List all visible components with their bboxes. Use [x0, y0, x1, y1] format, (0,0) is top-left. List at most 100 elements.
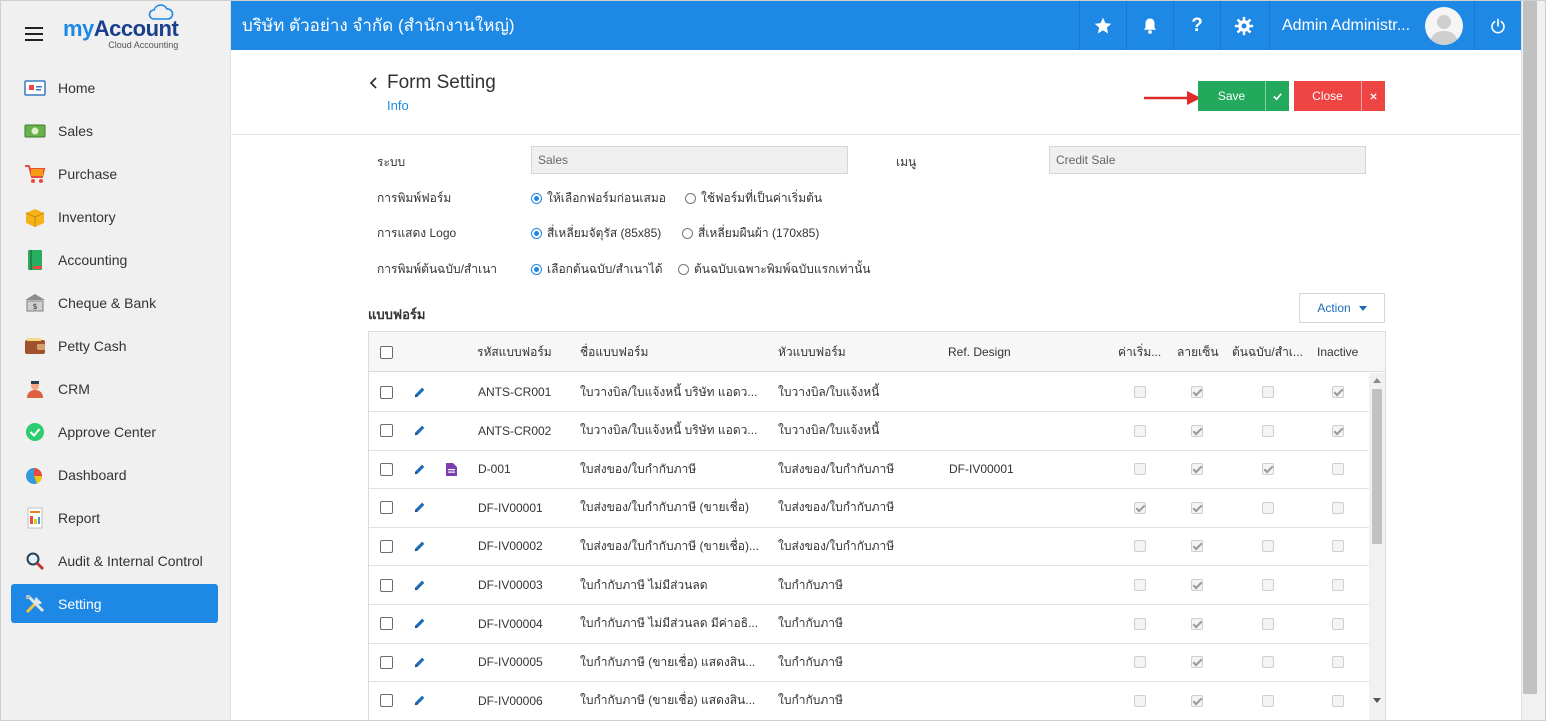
- row-select-cell[interactable]: [380, 643, 393, 681]
- sidebar-item-petty-cash[interactable]: Petty Cash: [11, 326, 218, 365]
- radio-unselected[interactable]: [678, 264, 689, 275]
- copy-option-choose[interactable]: เลือกต้นฉบับ/สำเนาได้: [531, 260, 663, 279]
- table-row[interactable]: DF-IV00006 ใบกำกับภาษี (ขายเชื่อ) แสดงสิน…: [369, 682, 1369, 720]
- document-button[interactable]: [446, 450, 457, 488]
- sidebar-item-cheque-bank[interactable]: $ Cheque & Bank: [11, 283, 218, 322]
- cell-name: ใบส่งของ/ใบกำกับภาษี: [580, 461, 697, 476]
- sidebar-item-dashboard[interactable]: Dashboard: [11, 455, 218, 494]
- edit-button[interactable]: [413, 489, 426, 527]
- row-checkbox[interactable]: [380, 578, 393, 592]
- row-select-cell[interactable]: [380, 373, 393, 411]
- edit-button[interactable]: [413, 682, 426, 720]
- table-scrollbar[interactable]: [1369, 373, 1385, 720]
- row-select-cell[interactable]: [380, 489, 393, 527]
- sidebar-item-setting[interactable]: Setting: [11, 584, 218, 623]
- close-x-button[interactable]: [1361, 81, 1385, 111]
- row-select-cell[interactable]: [380, 450, 393, 488]
- table-row[interactable]: DF-IV00005 ใบกำกับภาษี (ขายเชื่อ) แสดงสิน…: [369, 643, 1369, 683]
- edit-button[interactable]: [413, 412, 426, 450]
- row-select-cell[interactable]: [380, 682, 393, 720]
- row-checkbox[interactable]: [380, 385, 393, 399]
- favorite-button[interactable]: [1079, 1, 1126, 50]
- row-checkbox[interactable]: [380, 462, 393, 476]
- select-all-checkbox[interactable]: [380, 345, 393, 359]
- logo-option-rectangle[interactable]: สี่เหลี่ยมผืนผ้า (170x85): [682, 224, 819, 243]
- notification-button[interactable]: [1126, 1, 1173, 50]
- th-original-copy[interactable]: ต้นฉบับ/สำเ...: [1232, 332, 1303, 372]
- table-scrollbar-thumb[interactable]: [1372, 389, 1382, 544]
- row-select-cell[interactable]: [380, 566, 393, 604]
- edit-button[interactable]: [413, 527, 426, 565]
- sidebar-item-inventory[interactable]: Inventory: [11, 197, 218, 236]
- row-checkbox[interactable]: [380, 424, 393, 438]
- table-row[interactable]: ANTS-CR001 ใบวางบิล/ใบแจ้งหนี้ บริษัท แอด…: [369, 373, 1369, 412]
- signature-checkbox: [1191, 694, 1203, 707]
- logo-option-square[interactable]: สี่เหลี่ยมจัตุรัส (85x85): [531, 224, 661, 243]
- radio-selected[interactable]: [531, 228, 542, 239]
- th-code[interactable]: รหัสแบบฟอร์ม: [477, 332, 552, 372]
- sidebar-item-home[interactable]: Home: [11, 68, 218, 107]
- row-checkbox[interactable]: [380, 655, 393, 669]
- table-row[interactable]: DF-IV00004 ใบกำกับภาษี ไม่มีส่วนลด มีค่าอ…: [369, 605, 1369, 644]
- radio-selected[interactable]: [531, 193, 542, 204]
- row-checkbox[interactable]: [380, 694, 393, 708]
- row-select-cell[interactable]: [380, 605, 393, 643]
- back-chevron-icon[interactable]: [367, 76, 381, 90]
- close-button-label: Close: [1312, 89, 1343, 103]
- help-button[interactable]: ?: [1173, 1, 1220, 50]
- row-select-cell[interactable]: [380, 412, 393, 450]
- radio-unselected[interactable]: [682, 228, 693, 239]
- action-dropdown-button[interactable]: Action: [1299, 293, 1385, 323]
- table-row[interactable]: DF-IV00003 ใบกำกับภาษี ไม่มีส่วนลด ใบกำกับ…: [369, 566, 1369, 605]
- sidebar-item-report[interactable]: Report: [11, 498, 218, 537]
- avatar[interactable]: [1425, 7, 1463, 45]
- edit-button[interactable]: [413, 643, 426, 681]
- sidebar-item-accounting[interactable]: Accounting: [11, 240, 218, 279]
- sidebar-item-label: Dashboard: [58, 466, 127, 483]
- th-name[interactable]: ชื่อแบบฟอร์ม: [580, 332, 648, 372]
- row-select-cell[interactable]: [380, 527, 393, 565]
- edit-button[interactable]: [413, 450, 426, 488]
- sidebar-item-sales[interactable]: Sales: [11, 111, 218, 150]
- logout-button[interactable]: [1474, 1, 1521, 50]
- page-scrollbar[interactable]: [1521, 1, 1545, 720]
- settings-button[interactable]: [1220, 1, 1267, 50]
- signature-cell: [1191, 682, 1203, 720]
- sidebar-item-approve-center[interactable]: Approve Center: [11, 412, 218, 451]
- page-subtitle: Info: [387, 98, 409, 113]
- th-default[interactable]: ค่าเริ่ม...: [1118, 332, 1161, 372]
- sidebar-item-purchase[interactable]: Purchase: [11, 154, 218, 193]
- scroll-down-icon[interactable]: [1373, 698, 1381, 704]
- radio-selected[interactable]: [531, 264, 542, 275]
- sidebar-item-crm[interactable]: CRM: [11, 369, 218, 408]
- th-ref-design[interactable]: Ref. Design: [948, 332, 1011, 372]
- sidebar-item-audit-internal-control[interactable]: Audit & Internal Control: [11, 541, 218, 580]
- th-signature[interactable]: ลายเซ็น: [1177, 332, 1219, 372]
- row-checkbox[interactable]: [380, 501, 393, 515]
- page-scrollbar-thumb[interactable]: [1523, 1, 1537, 694]
- th-head[interactable]: หัวแบบฟอร์ม: [778, 332, 846, 372]
- inactive-cell: [1332, 605, 1344, 643]
- default-checkbox: [1134, 579, 1146, 591]
- table-row[interactable]: DF-IV00002 ใบส่งของ/ใบกำกับภาษี (ขายเชื่อ…: [369, 527, 1369, 567]
- print-option-always-choose[interactable]: ให้เลือกฟอร์มก่อนเสมอ: [531, 189, 666, 208]
- magnifier-icon: [24, 550, 46, 572]
- edit-button[interactable]: [413, 605, 426, 643]
- save-dropdown-button[interactable]: [1265, 81, 1289, 111]
- inactive-cell: [1332, 489, 1344, 527]
- table-row[interactable]: D-001 ใบส่งของ/ใบกำกับภาษี ใบส่งของ/ใบกำกั…: [369, 450, 1369, 490]
- row-checkbox[interactable]: [380, 539, 393, 553]
- table-row[interactable]: DF-IV00001 ใบส่งของ/ใบกำกับภาษี (ขายเชื่อ…: [369, 489, 1369, 528]
- th-inactive[interactable]: Inactive: [1317, 332, 1358, 372]
- print-option-default[interactable]: ใช้ฟอร์มที่เป็นค่าเริ่มต้น: [685, 189, 822, 208]
- table-row[interactable]: ANTS-CR002 ใบวางบิล/ใบแจ้งหนี้ บริษัท แอด…: [369, 412, 1369, 451]
- select-all-cell[interactable]: [380, 332, 393, 372]
- edit-button[interactable]: [413, 566, 426, 604]
- edit-button[interactable]: [413, 373, 426, 411]
- inactive-checkbox: [1332, 656, 1344, 669]
- radio-unselected[interactable]: [685, 193, 696, 204]
- copy-option-first-only[interactable]: ต้นฉบับเฉพาะพิมพ์ฉบับแรกเท่านั้น: [678, 260, 871, 279]
- hamburger-icon[interactable]: [25, 27, 43, 41]
- row-checkbox[interactable]: [380, 617, 393, 631]
- scroll-up-icon[interactable]: [1373, 377, 1381, 383]
